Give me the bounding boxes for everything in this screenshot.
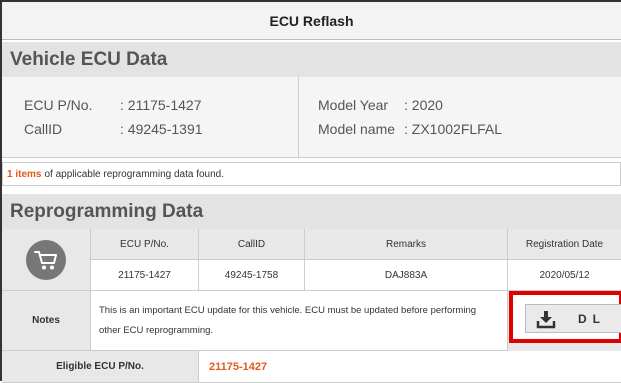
row-remarks: DAJ883A <box>305 260 508 291</box>
row-callid: 49245-1758 <box>199 260 305 291</box>
eligible-ecu-label: Eligible ECU P/No. <box>2 351 199 383</box>
download-icon <box>536 310 556 328</box>
ecu-pno-value: : 21175-1427 <box>120 97 202 113</box>
model-name-label: Model name <box>318 121 396 137</box>
model-year-label: Model Year <box>318 97 389 113</box>
eligible-ecu-value: 21175-1427 <box>199 351 621 383</box>
row-ecu-pno: 21175-1427 <box>91 260 199 291</box>
col-header-registration-date: Registration Date <box>508 229 621 260</box>
row-registration-date: 2020/05/12 <box>508 260 621 291</box>
found-message: 1 items of applicable reprogramming data… <box>2 162 621 186</box>
reprogramming-data-heading: Reprogramming Data <box>2 194 621 229</box>
vehicle-ecu-data-heading: Vehicle ECU Data <box>2 42 621 77</box>
shopping-cart-icon[interactable] <box>26 239 66 280</box>
model-year-value: : 2020 <box>404 97 443 113</box>
col-header-ecu-pno: ECU P/No. <box>91 229 199 260</box>
window-title: ECU Reflash <box>2 2 621 40</box>
cart-cell <box>2 229 91 291</box>
col-header-remarks: Remarks <box>305 229 508 260</box>
vehicle-ecu-data-panel: ECU P/No. : 21175-1427 CallID : 49245-13… <box>2 77 621 158</box>
download-button[interactable]: DL <box>525 304 621 333</box>
ecu-pno-label: ECU P/No. <box>24 97 93 113</box>
found-count: 1 items <box>7 168 42 180</box>
col-header-callid: CallID <box>199 229 305 260</box>
download-highlight: DL <box>509 291 621 343</box>
callid-label: CallID <box>24 121 63 137</box>
notes-label: Notes <box>2 291 91 351</box>
notes-line-1: This is an important ECU update for this… <box>99 304 477 316</box>
model-name-value: : ZX1002FLFAL <box>404 121 503 137</box>
notes-line-2: other ECU reprogramming. <box>99 324 214 336</box>
panel-divider <box>298 77 299 157</box>
callid-value: : 49245-1391 <box>120 121 203 137</box>
notes-text: This is an important ECU update for this… <box>91 291 508 351</box>
ecu-reflash-window: ECU Reflash Vehicle ECU Data ECU P/No. :… <box>0 0 621 383</box>
found-text: of applicable reprogramming data found. <box>44 168 225 180</box>
download-label: DL <box>578 311 606 326</box>
